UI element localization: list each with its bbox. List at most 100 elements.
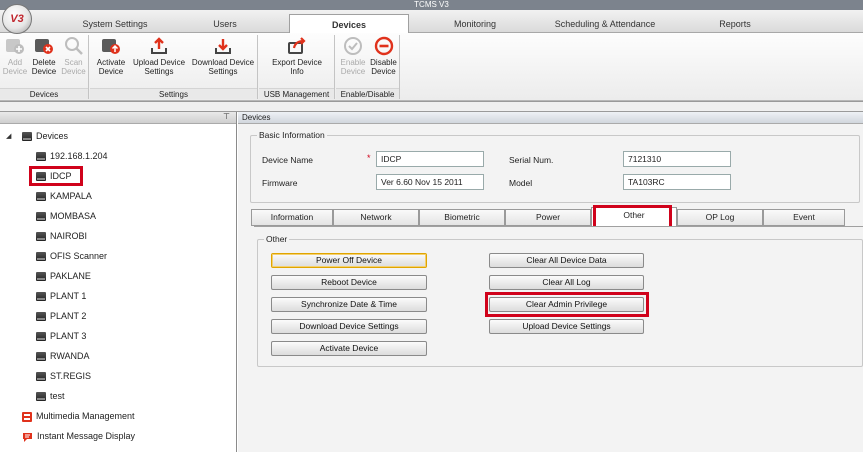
tree-item-device[interactable]: NAIROBI (36, 228, 87, 244)
tree-node-multimedia-management[interactable]: Multimedia Management (22, 408, 135, 424)
download-icon (215, 39, 231, 54)
tree-item-device[interactable]: ST.REGIS (36, 368, 91, 384)
app-logo[interactable]: V3 (2, 4, 32, 34)
add-device-icon (6, 39, 24, 54)
tree-item-device[interactable]: test (36, 388, 65, 404)
upload-device-settings-pane-button[interactable]: Upload Device Settings (489, 319, 644, 334)
device-name-field[interactable]: IDCP (376, 151, 484, 167)
serial-num-label: Serial Num. (509, 155, 554, 165)
model-field[interactable]: TA103RC (623, 174, 731, 190)
app-title: TCMS V3 (414, 0, 449, 9)
message-bubble-icon (23, 432, 32, 442)
scan-device-button[interactable]: Scan Device (60, 36, 87, 76)
tree-item-device[interactable]: PLANT 1 (36, 288, 86, 304)
tree-item-device[interactable]: PLANT 3 (36, 328, 86, 344)
other-legend: Other (264, 234, 290, 244)
download-device-settings-label-1: Download Device (191, 58, 255, 67)
disable-device-button[interactable]: Disable Device (369, 36, 398, 76)
delete-device-label-2: Device (31, 67, 57, 76)
ribbon-group-label: Settings (90, 88, 257, 99)
tree-item-label: NAIROBI (50, 231, 88, 241)
panel-header-title: Devices (238, 112, 863, 124)
ribbon-group-settings: Activate Device Upload Device Settings Dow… (90, 35, 258, 99)
enable-device-button[interactable]: Enable Device (339, 36, 367, 76)
device-icon (36, 192, 46, 202)
activate-device-pane-button[interactable]: Activate Device (271, 341, 427, 356)
disable-device-label-2: Device (371, 67, 396, 76)
tab-users[interactable]: Users (190, 15, 260, 33)
delete-device-icon (35, 39, 53, 54)
upload-device-settings-label-1: Upload Device (132, 58, 186, 67)
add-device-button[interactable]: Add Device (2, 36, 28, 76)
delete-device-label-1: Delete (32, 58, 56, 67)
ribbon-group-enable-disable: Enable Device Disable Device Enable/Disabl… (336, 35, 400, 99)
device-icon (36, 212, 46, 222)
serial-num-field[interactable]: 7121310 (623, 151, 731, 167)
tab-event[interactable]: Event (763, 209, 845, 226)
device-icon (36, 232, 46, 242)
clear-all-device-data-button[interactable]: Clear All Device Data (489, 253, 644, 268)
delete-device-button[interactable]: Delete Device (30, 36, 58, 76)
tree-item-label: test (50, 391, 65, 401)
reboot-device-button[interactable]: Reboot Device (271, 275, 427, 290)
tree-item-label: PLANT 3 (50, 331, 87, 341)
tree-item-device[interactable]: PLANT 2 (36, 308, 86, 324)
tab-reports[interactable]: Reports (705, 15, 765, 33)
export-device-info-label-2: Info (290, 67, 304, 76)
tab-system-settings[interactable]: System Settings (60, 15, 170, 33)
tab-biometric[interactable]: Biometric (419, 209, 505, 226)
pin-icon[interactable]: ⊤ (223, 112, 230, 121)
device-icon (36, 252, 46, 262)
tab-monitoring[interactable]: Monitoring (440, 15, 510, 33)
ribbon-group-label: Devices (0, 88, 88, 99)
export-device-info-button[interactable]: Export Device Info (265, 36, 329, 76)
synchronize-date-time-button[interactable]: Synchronize Date & Time (271, 297, 427, 312)
tree-item-label: PLANT 1 (50, 291, 87, 301)
tab-scheduling-attendance[interactable]: Scheduling & Attendance (540, 15, 670, 33)
device-icon (36, 372, 46, 382)
tree-item-device[interactable]: RWANDA (36, 348, 90, 364)
tree-item-device[interactable]: OFIS Scanner (36, 248, 107, 264)
ribbon: Add Device Delete Device Scan Device Device… (0, 33, 863, 101)
device-icon (36, 312, 46, 322)
tree-item-device[interactable]: MOMBASA (36, 208, 96, 224)
basic-information-group: Basic Information (250, 130, 860, 203)
tab-network[interactable]: Network (333, 209, 419, 226)
tree-node-instant-message-display[interactable]: Instant Message Display (22, 428, 135, 444)
device-icon (36, 272, 46, 282)
download-device-settings-button[interactable]: Download Device Settings (190, 36, 256, 76)
upload-device-settings-label-2: Settings (144, 67, 174, 76)
tree-root-label: Devices (36, 131, 69, 141)
scan-device-label-2: Device (61, 67, 86, 76)
scan-device-icon (64, 37, 83, 55)
tab-op-log[interactable]: OP Log (677, 209, 763, 226)
upload-device-settings-button[interactable]: Upload Device Settings (130, 36, 188, 76)
tab-devices[interactable]: Devices (289, 14, 409, 34)
logo-text: V3 (10, 13, 24, 25)
tree-item-device[interactable]: KAMPALA (36, 188, 92, 204)
tree-item-label: RWANDA (50, 351, 90, 361)
tree-item-label: ST.REGIS (50, 371, 92, 381)
tab-power[interactable]: Power (505, 209, 591, 226)
power-off-device-button[interactable]: Power Off Device (271, 253, 427, 268)
tree-node-devices[interactable]: Devices (22, 128, 68, 144)
collapse-arrow-icon[interactable]: ◢ (6, 132, 11, 140)
disable-minus-icon (374, 36, 393, 56)
upload-icon (151, 37, 167, 54)
activate-device-button[interactable]: Activate Device (94, 36, 128, 76)
download-device-settings-pane-button[interactable]: Download Device Settings (271, 319, 427, 334)
tree-item-label: Instant Message Display (37, 431, 136, 441)
firmware-field[interactable]: Ver 6.60 Nov 15 2011 (376, 174, 484, 190)
activate-device-label-1: Activate (96, 58, 126, 67)
tab-information[interactable]: Information (251, 209, 333, 226)
device-tree-panel: ⊤ ◢ Devices 192.168.1.204 IDCP KAMPALA M… (0, 112, 237, 452)
clear-all-log-button[interactable]: Clear All Log (489, 275, 644, 290)
export-device-info-label-1: Export Device (272, 58, 322, 67)
tree-item-device[interactable]: PAKLANE (36, 268, 91, 284)
add-device-label-2: Device (2, 67, 28, 76)
export-icon (288, 37, 306, 54)
tree-item-device[interactable]: 192.168.1.204 (36, 148, 108, 164)
ribbon-group-label: Enable/Disable (336, 88, 399, 99)
device-folder-icon (22, 132, 32, 142)
tree-item-label: PLANT 2 (50, 311, 87, 321)
